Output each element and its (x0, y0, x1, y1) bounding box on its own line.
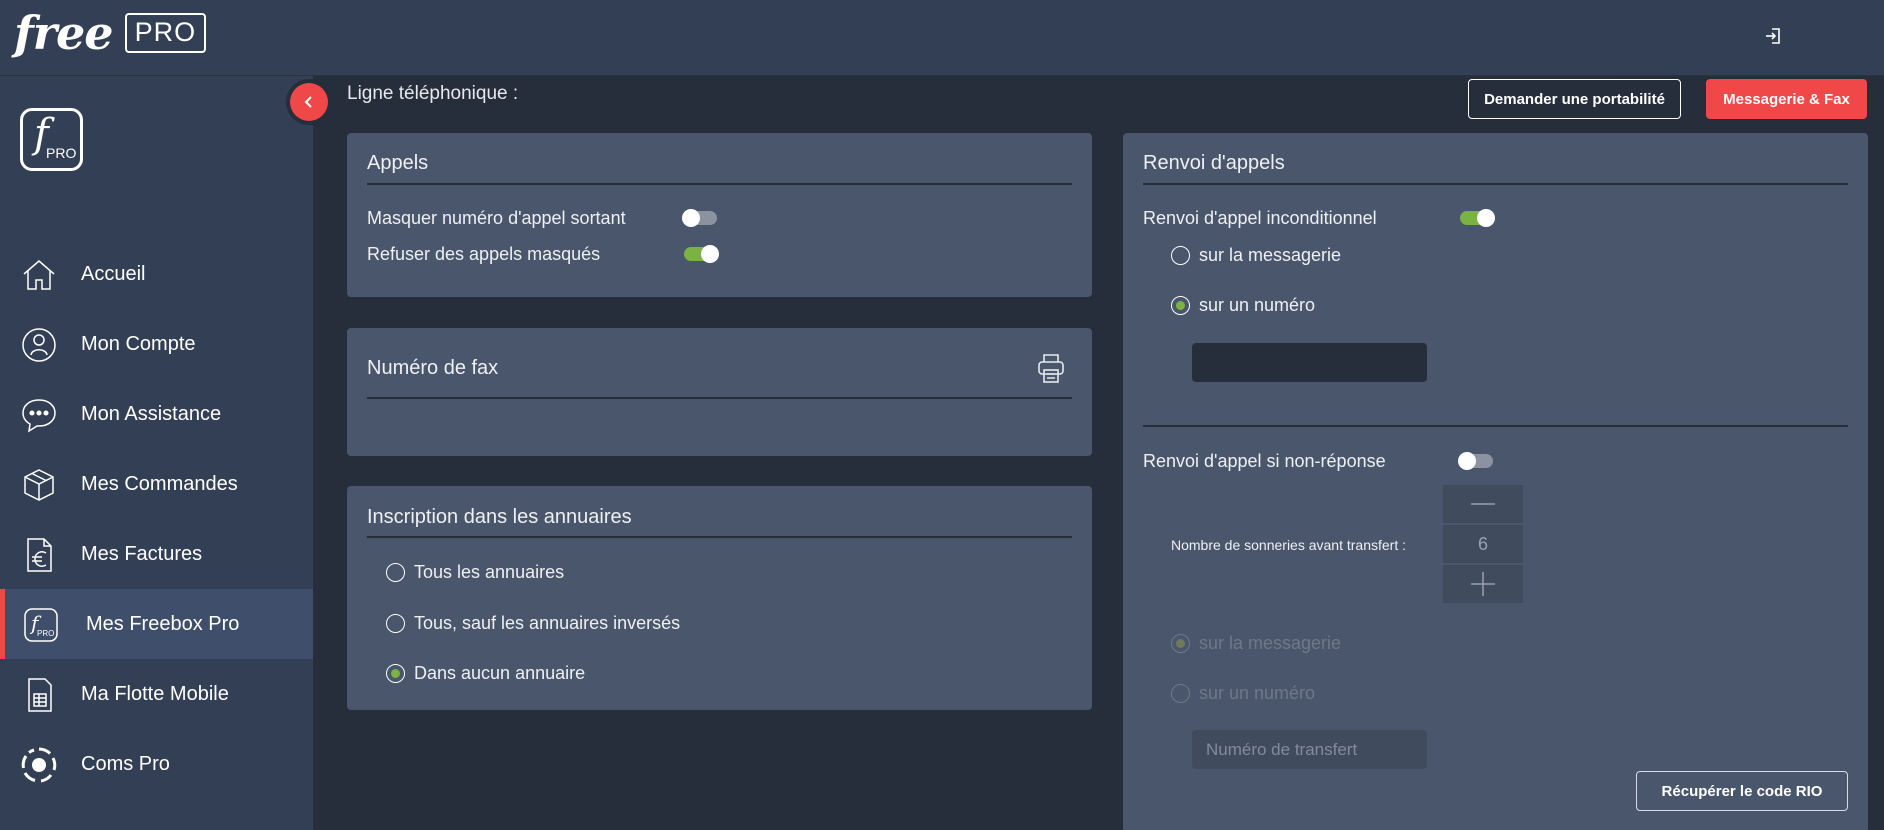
noanswer-forward-label: Renvoi d'appel si non-réponse (1143, 451, 1386, 471)
logout-icon[interactable] (1764, 26, 1784, 46)
coms-pro-icon (21, 747, 57, 783)
sidebar-item-label: Ma Flotte Mobile (81, 682, 229, 705)
noanswer-number-label[interactable]: sur un numéro (1199, 683, 1315, 704)
sidebar-item-coms-pro[interactable]: Coms Pro (0, 729, 313, 799)
directories-card-title: Inscription dans les annuaires (367, 506, 632, 528)
rings-before-transfer-label: Nombre de sonneries avant transfert : (1171, 537, 1407, 553)
home-icon (23, 260, 55, 290)
invoice-euro-icon (27, 538, 52, 572)
sidebar-item-mes-freebox-pro[interactable]: f PRO Mes Freebox Pro (0, 589, 313, 659)
noanswer-forward-toggle[interactable] (1458, 452, 1493, 470)
directories-card: Inscription dans les annuaires Tous les … (347, 486, 1092, 710)
sidebar-item-label: Mes Freebox Pro (86, 612, 240, 635)
fax-card: Numéro de fax (347, 328, 1092, 456)
unconditional-forward-label: Renvoi d'appel inconditionnel (1143, 208, 1377, 228)
get-rio-code-button[interactable]: Récupérer le code RIO (1636, 771, 1848, 811)
divider (1143, 425, 1848, 427)
noanswer-number-radio[interactable] (1171, 684, 1190, 703)
divider (367, 183, 1072, 185)
sidebar-item-mon-assistance[interactable]: Mon Assistance (0, 379, 313, 449)
unconditional-number-radio[interactable] (1171, 296, 1190, 315)
directory-option-except-reverse-radio[interactable] (386, 614, 405, 633)
rings-decrement-button[interactable] (1443, 485, 1523, 523)
sim-card-icon (28, 678, 52, 712)
directory-option-none-radio[interactable] (386, 664, 405, 683)
svg-text:PRO: PRO (37, 629, 54, 638)
directory-option-all-label[interactable]: Tous les annuaires (414, 562, 564, 583)
calls-card-title: Appels (367, 152, 429, 174)
free-pro-logo[interactable]: free PRO (14, 6, 207, 60)
sidebar: f PRO Accueil Mon Compte Mon Assistance … (0, 76, 313, 830)
transfer-number-input[interactable] (1192, 730, 1427, 769)
divider (367, 536, 1072, 538)
call-forwarding-card-title: Renvoi d'appels (1143, 152, 1285, 174)
hide-outgoing-label: Masquer numéro d'appel sortant (367, 208, 626, 228)
rings-count-value[interactable]: 6 (1443, 525, 1523, 563)
sidebar-logo[interactable]: f PRO (20, 108, 83, 171)
logo-badge: PRO (124, 13, 207, 53)
directory-option-none-label[interactable]: Dans aucun annuaire (414, 663, 585, 684)
chat-icon (22, 399, 56, 433)
page-title: Ligne téléphonique : (347, 83, 519, 104)
call-forwarding-card: Renvoi d'appels Renvoi d'appel inconditi… (1123, 133, 1868, 830)
sidebar-logo-sub: PRO (46, 145, 77, 161)
plus-icon (1471, 572, 1495, 596)
chevron-left-icon (304, 96, 312, 108)
refuse-masked-toggle[interactable] (684, 245, 719, 263)
sidebar-item-label: Accueil (81, 262, 146, 285)
sidebar-item-mon-compte[interactable]: Mon Compte (0, 309, 313, 379)
sidebar-item-mes-factures[interactable]: Mes Factures (0, 519, 313, 589)
hide-outgoing-toggle[interactable] (682, 209, 717, 227)
sidebar-item-label: Coms Pro (81, 752, 170, 775)
unconditional-number-label[interactable]: sur un numéro (1199, 295, 1315, 316)
noanswer-voicemail-label[interactable]: sur la messagerie (1199, 633, 1341, 654)
unconditional-voicemail-label[interactable]: sur la messagerie (1199, 245, 1341, 266)
user-icon (22, 328, 56, 362)
sidebar-collapse-button[interactable] (290, 83, 328, 121)
printer-icon[interactable] (1037, 352, 1065, 384)
unconditional-number-input[interactable] (1192, 343, 1427, 382)
sidebar-item-ma-flotte-mobile[interactable]: Ma Flotte Mobile (0, 659, 313, 729)
logo-text: free (14, 6, 114, 60)
sidebar-nav: Accueil Mon Compte Mon Assistance Mes Co… (0, 239, 313, 799)
sidebar-item-mes-commandes[interactable]: Mes Commandes (0, 449, 313, 519)
directory-option-except-reverse-label[interactable]: Tous, sauf les annuaires inversés (414, 613, 680, 634)
minus-icon (1471, 503, 1495, 505)
sidebar-item-label: Mes Commandes (81, 472, 238, 495)
freebox-pro-icon: fPRO (24, 608, 58, 642)
sidebar-item-accueil[interactable]: Accueil (0, 239, 313, 309)
unconditional-voicemail-radio[interactable] (1171, 246, 1190, 265)
portability-button[interactable]: Demander une portabilité (1468, 79, 1681, 119)
directory-option-all-radio[interactable] (386, 563, 405, 582)
sidebar-item-label: Mon Compte (81, 332, 196, 355)
divider (1143, 183, 1848, 185)
divider (367, 397, 1072, 399)
rings-increment-button[interactable] (1443, 565, 1523, 603)
calls-card: Appels Masquer numéro d'appel sortant Re… (347, 133, 1092, 297)
unconditional-forward-toggle[interactable] (1460, 209, 1495, 227)
box-icon (24, 469, 54, 501)
fax-card-title: Numéro de fax (367, 357, 499, 379)
voicemail-fax-button[interactable]: Messagerie & Fax (1706, 79, 1867, 119)
noanswer-voicemail-radio[interactable] (1171, 634, 1190, 653)
sidebar-item-label: Mon Assistance (81, 402, 222, 425)
sidebar-item-label: Mes Factures (81, 542, 203, 565)
top-bar: free PRO (0, 0, 1884, 76)
refuse-masked-label: Refuser des appels masqués (367, 244, 601, 264)
